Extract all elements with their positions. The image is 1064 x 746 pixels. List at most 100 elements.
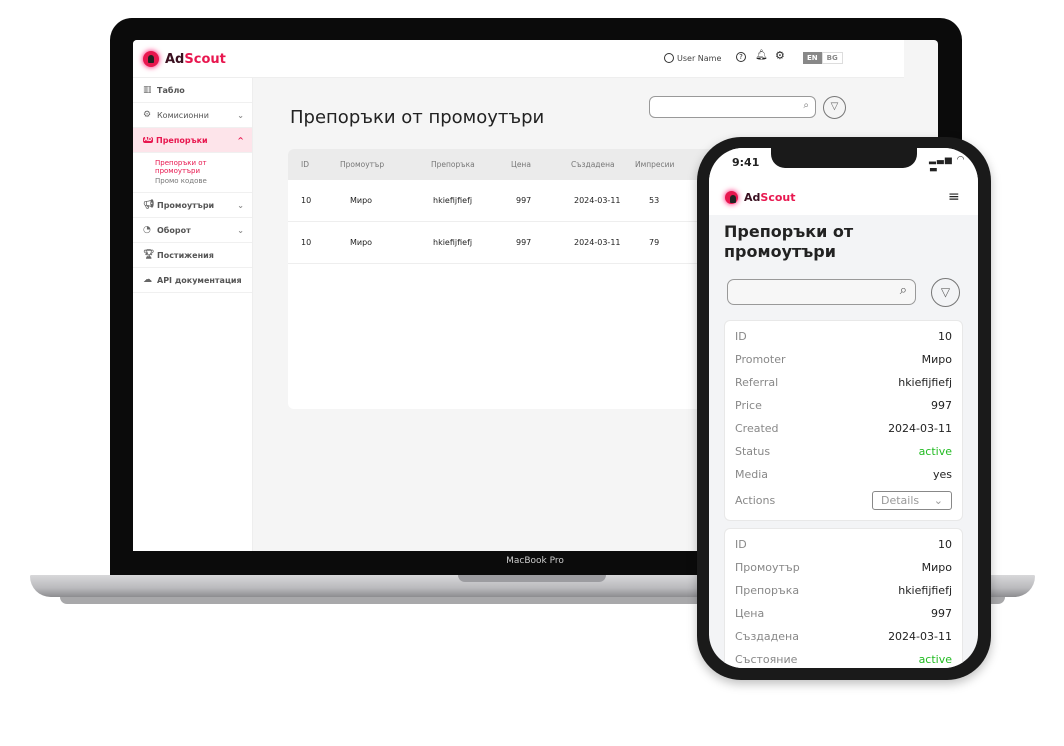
card-row: Препоръка hkiefijfiefj (735, 579, 952, 602)
sidebar-item-turnover[interactable]: ◔ Оборот ⌄ (133, 218, 252, 243)
sidebar-item-referrals[interactable]: AD Препоръки ^ (133, 128, 252, 153)
ad-icon: AD (143, 137, 153, 143)
gear-icon: ⚙ (143, 110, 152, 120)
sidebar-item-achievements[interactable]: 🏆︎ Постижения (133, 243, 252, 268)
card-key: Препоръка (735, 584, 800, 597)
card-value: 2024-03-11 (888, 422, 952, 435)
lang-en[interactable]: EN (803, 52, 822, 64)
card-key: Created (735, 422, 779, 435)
card-row: Price 997 (735, 394, 952, 417)
sidebar-label: Табло (157, 85, 185, 95)
hamburger-menu-icon[interactable]: ≡ (948, 189, 960, 205)
card-row-actions: Actions Details ⌄ (735, 486, 952, 514)
dropdown-value: Details (881, 493, 920, 507)
sidebar-item-api-docs[interactable]: ☁ API документация (133, 268, 252, 293)
user-menu[interactable]: User Name (664, 53, 721, 63)
card-key: Промоутър (735, 561, 800, 574)
logo: AdScout (143, 51, 226, 67)
cell-id: 10 (301, 238, 312, 247)
card-value: Миро (921, 353, 952, 366)
device-label: MacBook Pro (506, 556, 564, 566)
help-icon[interactable]: ? (736, 52, 746, 62)
card-key: Status (735, 445, 771, 458)
cell-price: 997 (516, 238, 532, 247)
lang-bg[interactable]: BG (821, 52, 843, 64)
logo-icon (143, 51, 159, 67)
chevron-down-icon: ⌄ (237, 200, 244, 210)
sidebar-label: Промоутъри (157, 200, 215, 210)
cell-referral: hkiefijfiefj (433, 196, 473, 205)
gear-icon[interactable]: ⚙ (775, 49, 785, 62)
referral-card: ID 10 Промоутър Миро Препоръка hkiefijfiefj Це… (724, 528, 963, 668)
card-row: Promoter Миро (735, 348, 952, 371)
card-row: Status active (735, 440, 952, 463)
search-input[interactable]: ⌕ (649, 96, 816, 118)
details-dropdown[interactable]: Details ⌄ (872, 490, 952, 510)
cell-impressions: 79 (649, 238, 660, 247)
card-key: Media (735, 468, 769, 481)
card-value: Миро (921, 561, 952, 574)
card-key: Price (735, 399, 762, 412)
chevron-down-icon: ⌄ (237, 225, 244, 235)
card-value: 2024-03-11 (888, 630, 952, 643)
column-header: Импресии (635, 160, 675, 169)
card-value: active (918, 653, 952, 666)
sidebar-subitem-promoter-referrals[interactable]: Препоръки от промоутъри (133, 153, 252, 175)
sidebar: ▥ Табло ⚙ Комисионни ⌄ AD Препоръки ^ Препоръ… (133, 78, 253, 551)
cell-id: 10 (301, 196, 312, 205)
sidebar-item-commissions[interactable]: ⚙ Комисионни ⌄ (133, 103, 252, 128)
filter-icon: ▽ (940, 285, 951, 299)
referral-card: ID 10 Promoter Миро Referral hkiefijfiefj Pric… (724, 320, 963, 521)
card-row: ID 10 (735, 533, 952, 556)
chevron-up-icon: ^ (237, 135, 244, 145)
card-row: Referral hkiefijfiefj (735, 371, 952, 394)
sidebar-label: Препоръки (156, 135, 208, 145)
chevron-down-icon: ⌄ (237, 110, 244, 120)
dashboard-icon: ▥ (143, 85, 152, 95)
logo-icon (725, 191, 738, 204)
logo-text-ad: Ad (744, 191, 761, 204)
status-icons: ▂▃▅ ◠ ▬ (929, 155, 966, 175)
card-row: Цена 997 (735, 602, 952, 625)
page-title: Препоръки от промоутъри (724, 222, 854, 261)
app-header: AdScout User Name ? 🔔︎ ⚙ EN BG (133, 40, 904, 78)
sidebar-item-dashboard[interactable]: ▥ Табло (133, 78, 252, 103)
cell-promoter: Миро (350, 196, 373, 205)
sidebar-label: Постижения (157, 250, 214, 260)
card-value: active (918, 445, 952, 458)
cell-price: 997 (516, 196, 532, 205)
logo-text-scout: Scout (184, 51, 226, 67)
card-key: Създадена (735, 630, 799, 643)
sidebar-label: API документация (157, 275, 242, 285)
filter-button[interactable]: ▽ (823, 96, 846, 119)
filter-button[interactable]: ▽ (931, 278, 960, 307)
card-value: hkiefijfiefj (898, 584, 952, 597)
chevron-down-icon: ⌄ (933, 493, 943, 507)
sidebar-item-promoters[interactable]: 📢︎ Промоутъри ⌄ (133, 193, 252, 218)
search-icon: ⌕ (803, 100, 809, 111)
card-key: ID (735, 538, 747, 551)
logo-text-ad: Ad (165, 51, 185, 67)
search-input[interactable]: ⌕ (727, 279, 916, 305)
sidebar-label: Комисионни (157, 110, 209, 120)
card-key: Състояние (735, 653, 798, 666)
trophy-icon: 🏆︎ (143, 250, 155, 260)
card-value: 10 (938, 538, 952, 551)
cell-impressions: 53 (649, 196, 660, 205)
status-time: 9:41 (732, 156, 760, 169)
card-key: Referral (735, 376, 779, 389)
language-switch: EN BG (803, 52, 843, 64)
column-header: Създадена (571, 160, 615, 169)
phone-screen: 9:41 ▂▃▅ ◠ ▬ AdScout ≡ Препоръки от пром… (709, 148, 978, 668)
laptop-notch (458, 575, 606, 582)
card-value: hkiefijfiefj (898, 376, 952, 389)
card-row: Created 2024-03-11 (735, 417, 952, 440)
user-name: User Name (677, 53, 722, 63)
chart-icon: ◔ (143, 225, 151, 235)
page-title: Препоръки от промоутъри (290, 107, 545, 128)
megaphone-icon: 📢︎ (143, 200, 155, 210)
search-icon: ⌕ (899, 283, 907, 298)
cell-created: 2024-03-11 (574, 196, 621, 205)
bell-icon[interactable]: 🔔︎ (755, 50, 768, 61)
card-key: Цена (735, 607, 765, 620)
